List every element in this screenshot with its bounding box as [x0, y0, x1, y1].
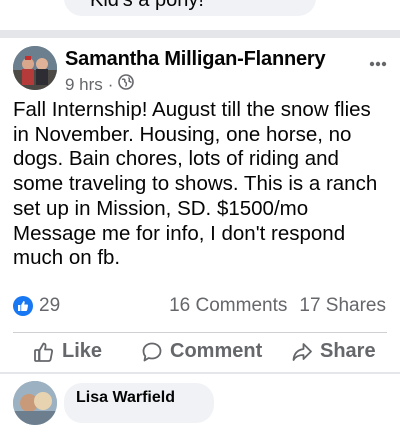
post-meta: 9 hrs · [65, 74, 135, 95]
post-body: Fall Internship! August till the snow fl… [13, 98, 393, 271]
engagement-stats: 16 Comments 17 Shares [169, 295, 386, 317]
next-comment-bubble: Lisa Warfield [64, 383, 214, 423]
previous-comment-bubble: Kid's a pony! [64, 0, 316, 16]
share-button-label: Share [320, 340, 376, 362]
comments-divider [0, 372, 400, 374]
section-divider [0, 30, 400, 38]
post-text-line: Message me for info, I don't respond [13, 221, 346, 245]
post-actions-bar: Like Comment Share [0, 340, 400, 366]
shares-count-link[interactable]: 17 Shares [299, 295, 386, 316]
post-text-line: set up in Mission, SD. $1500/mo [13, 196, 309, 220]
post-text-line: in November. Housing, one horse, no [13, 122, 352, 146]
reaction-summary[interactable]: 29 [13, 295, 60, 317]
share-button[interactable]: Share [291, 340, 376, 363]
meta-separator: · [107, 74, 114, 94]
commenter-name[interactable]: Lisa Warfield [76, 389, 175, 407]
comments-count-link[interactable]: 16 Comments [169, 295, 287, 316]
comment-icon [142, 342, 162, 361]
globe-icon [118, 74, 135, 95]
previous-comment-text: Kid's a pony! [90, 0, 204, 11]
post-text-line: much on fb. [13, 246, 121, 270]
like-reaction-icon [13, 296, 33, 316]
comment-button-label: Comment [170, 340, 263, 362]
reaction-count: 29 [39, 295, 61, 316]
post-text-line: Fall Internship! August till the snow fl… [13, 98, 371, 121]
share-arrow-icon [292, 342, 312, 361]
author-avatar[interactable] [13, 46, 57, 90]
action-divider [13, 332, 387, 333]
post-text-line: some traveling to shows. This is a ranch [13, 172, 378, 196]
like-button[interactable]: Like [33, 340, 102, 363]
more-options-icon[interactable] [369, 54, 387, 67]
post-text-line: dogs. Bain chores, lots of riding and [13, 147, 339, 171]
comment-button[interactable]: Comment [141, 340, 262, 363]
post-timestamp[interactable]: 9 hrs [65, 75, 103, 95]
post-author-name[interactable]: Samantha Milligan-Flannery [65, 48, 326, 71]
thumbs-up-icon [34, 342, 53, 362]
like-button-label: Like [62, 340, 103, 362]
commenter-avatar[interactable] [13, 381, 57, 425]
